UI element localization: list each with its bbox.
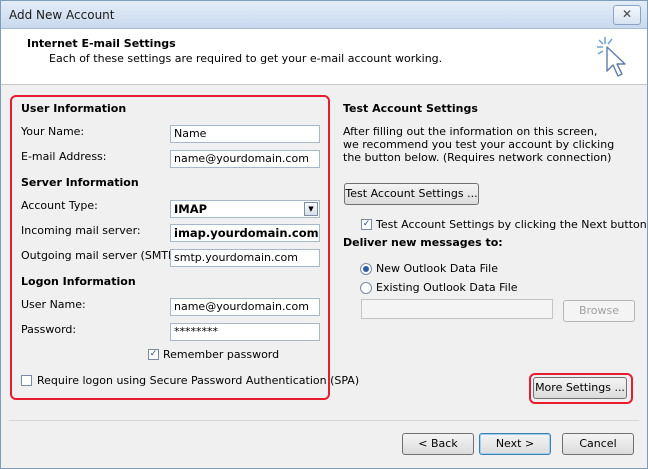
password-input[interactable]: ******** (170, 323, 320, 341)
existing-data-file-path[interactable] (361, 299, 553, 319)
user-info-heading: User Information (21, 102, 127, 115)
content-area: User Information Your Name: Name E-mail … (1, 85, 647, 468)
account-type-label: Account Type: (21, 199, 98, 212)
account-type-value: IMAP (174, 202, 208, 216)
existing-data-file-label[interactable]: Existing Outlook Data File (376, 281, 518, 294)
chevron-down-icon[interactable]: ▼ (304, 202, 318, 216)
close-button[interactable]: ✕ (613, 5, 641, 25)
cancel-button[interactable]: Cancel (562, 433, 634, 455)
your-name-label: Your Name: (21, 125, 85, 138)
existing-data-file-radio[interactable] (360, 282, 372, 294)
logon-info-heading: Logon Information (21, 275, 136, 288)
test-next-checkbox[interactable]: ✓ (361, 219, 372, 230)
window-title: Add New Account (9, 8, 115, 22)
dialog-header: Internet E-mail Settings Each of these s… (1, 29, 647, 85)
footer-divider (9, 420, 639, 421)
outgoing-server-label: Outgoing mail server (SMTP): (21, 249, 183, 262)
server-info-heading: Server Information (21, 176, 139, 189)
browse-button[interactable]: Browse (563, 300, 635, 322)
incoming-server-label: Incoming mail server: (21, 224, 141, 237)
username-input[interactable]: name@yourdomain.com (170, 298, 320, 316)
close-icon: ✕ (621, 7, 633, 21)
outgoing-server-input[interactable]: smtp.yourdomain.com (170, 249, 320, 267)
add-account-dialog: Add New Account ✕ Internet E-mail Settin… (0, 0, 648, 469)
spa-checkbox[interactable] (21, 375, 32, 386)
new-data-file-label[interactable]: New Outlook Data File (376, 262, 498, 275)
remember-password-label[interactable]: Remember password (163, 348, 279, 361)
back-button[interactable]: < Back (402, 433, 474, 455)
deliver-heading: Deliver new messages to: (343, 236, 503, 249)
test-settings-heading: Test Account Settings (343, 102, 478, 115)
incoming-server-input[interactable]: imap.yourdomain.com (170, 224, 320, 242)
email-label: E-mail Address: (21, 150, 107, 163)
new-data-file-radio[interactable] (360, 263, 372, 275)
remember-password-checkbox[interactable]: ✓ (148, 349, 159, 360)
your-name-input[interactable]: Name (170, 125, 320, 143)
password-label: Password: (21, 323, 77, 336)
username-label: User Name: (21, 298, 86, 311)
email-input[interactable]: name@yourdomain.com (170, 150, 320, 168)
account-type-select[interactable]: IMAP ▼ (170, 200, 320, 218)
spa-label[interactable]: Require logon using Secure Password Auth… (37, 374, 359, 387)
test-next-label[interactable]: Test Account Settings by clicking the Ne… (376, 218, 647, 231)
test-settings-description: After filling out the information on thi… (343, 125, 615, 164)
header-title: Internet E-mail Settings (27, 37, 176, 50)
next-button[interactable]: Next > (479, 433, 551, 455)
test-account-settings-button[interactable]: Test Account Settings ... (344, 183, 479, 205)
title-bar: Add New Account ✕ (1, 1, 647, 29)
cursor-sparkle-icon (597, 37, 626, 77)
more-settings-button[interactable]: More Settings ... (533, 377, 627, 399)
header-subtitle: Each of these settings are required to g… (49, 52, 443, 65)
